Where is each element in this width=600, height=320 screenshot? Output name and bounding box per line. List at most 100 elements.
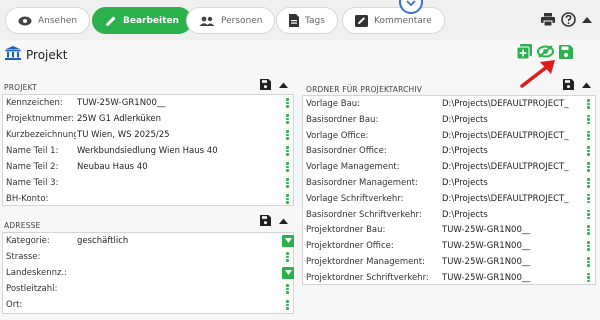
more-options-icon[interactable] bbox=[286, 251, 289, 263]
field-label: Vorlage Office: bbox=[306, 130, 369, 141]
field-value[interactable]: D:\Projects\DEFAULTPROJECT_ bbox=[442, 194, 580, 204]
help-icon[interactable] bbox=[561, 12, 576, 30]
more-options-icon[interactable] bbox=[587, 272, 590, 284]
field-value[interactable]: TUW-25W-GR1N00__ bbox=[77, 98, 277, 108]
more-options-icon[interactable] bbox=[587, 193, 590, 205]
field-value[interactable]: geschäftlich bbox=[77, 236, 277, 246]
field-label: Kategorie: bbox=[6, 236, 50, 246]
field-label: Name Teil 3: bbox=[6, 178, 59, 188]
field-value[interactable]: Neubau Haus 40 bbox=[77, 162, 277, 172]
field-value[interactable]: TUW-25W-GR1N00__ bbox=[442, 257, 580, 267]
caret-up-icon[interactable] bbox=[582, 16, 592, 26]
toolbar: Ansehen Bearbeiten Personen Tags Komment… bbox=[0, 0, 600, 40]
ordner-panel: Vorlage Bau: D:\Projects\DEFAULTPROJECT_ B… bbox=[302, 95, 596, 285]
institution-icon bbox=[5, 46, 21, 63]
dropdown-toggle[interactable] bbox=[282, 267, 294, 279]
more-options-icon[interactable] bbox=[587, 224, 590, 236]
field-label: Kennzeichen: bbox=[6, 98, 63, 108]
document-icon bbox=[289, 14, 299, 27]
ordner-row: Projektordner Bau: TUW-25W-GR1N00__ bbox=[303, 222, 595, 238]
field-value[interactable]: 25W G1 Adlerküken bbox=[77, 114, 277, 124]
more-options-icon[interactable] bbox=[286, 193, 289, 205]
field-label: Name Teil 2: bbox=[6, 162, 59, 172]
tab-tags[interactable]: Tags bbox=[276, 7, 338, 34]
more-options-icon[interactable] bbox=[286, 161, 289, 173]
collapse-icon[interactable] bbox=[279, 81, 288, 91]
tab-ansehen-label: Ansehen bbox=[38, 15, 78, 26]
ordner-row: Projektordner Management: TUW-25W-GR1N00_… bbox=[303, 254, 595, 270]
toolbar-right-actions bbox=[541, 12, 592, 30]
adresse-panel: Kategorie: geschäftlich Strasse: Landeskenn… bbox=[2, 232, 294, 314]
tab-personen[interactable]: Personen bbox=[186, 7, 276, 34]
field-value[interactable]: D:\Projects\DEFAULTPROJECT_ bbox=[442, 131, 580, 141]
field-label: Ort: bbox=[6, 300, 23, 310]
more-options-icon[interactable] bbox=[587, 145, 590, 157]
save-icon[interactable] bbox=[559, 44, 573, 62]
field-value[interactable]: D:\Projects bbox=[442, 210, 580, 220]
projekt-header: PROJEKT bbox=[4, 79, 294, 95]
page-title: Projekt bbox=[26, 47, 68, 62]
more-options-icon[interactable] bbox=[587, 240, 590, 252]
collapse-icon[interactable] bbox=[279, 217, 288, 227]
ordner-row: Vorlage Office: D:\Projects\DEFAULTPROJEC… bbox=[303, 128, 595, 144]
ordner-row: Projektordner Schriftverkehr: TUW-25W-GR1… bbox=[303, 270, 595, 286]
tab-kommentare[interactable]: Kommentare bbox=[342, 7, 445, 34]
more-options-icon[interactable] bbox=[587, 209, 590, 221]
field-value[interactable]: TUW-25W-GR1N00__ bbox=[442, 273, 580, 283]
adresse-row: Ort: bbox=[3, 297, 293, 313]
more-options-icon[interactable] bbox=[286, 129, 289, 141]
adresse-row: Postleitzahl: bbox=[3, 281, 293, 297]
projekt-header-actions bbox=[260, 79, 288, 93]
more-options-icon[interactable] bbox=[286, 145, 289, 157]
more-options-icon[interactable] bbox=[286, 97, 289, 109]
more-options-icon[interactable] bbox=[286, 113, 289, 125]
more-options-icon[interactable] bbox=[587, 114, 590, 126]
adresse-header-label: ADRESSE bbox=[4, 220, 41, 230]
field-value[interactable]: TUW-25W-GR1N00__ bbox=[442, 241, 580, 251]
field-value[interactable]: TU Wien, WS 2025/25 bbox=[77, 130, 277, 140]
pencil-icon bbox=[105, 15, 117, 27]
adresse-row: Strasse: bbox=[3, 249, 293, 265]
save-icon[interactable] bbox=[260, 79, 271, 93]
dropdown-toggle[interactable] bbox=[282, 235, 294, 247]
more-options-icon[interactable] bbox=[587, 98, 590, 110]
caret-down-icon bbox=[284, 236, 292, 246]
field-value[interactable]: D:\Projects\DEFAULTPROJECT_ bbox=[442, 162, 580, 172]
projekt-row: Name Teil 2: Neubau Haus 40 bbox=[3, 159, 293, 175]
tab-bearbeiten[interactable]: Bearbeiten bbox=[92, 7, 192, 34]
ordner-row: Basisordner Bau: D:\Projects bbox=[303, 112, 595, 128]
print-icon[interactable] bbox=[541, 13, 555, 29]
save-icon[interactable] bbox=[260, 215, 271, 229]
adresse-header: ADRESSE bbox=[4, 217, 294, 233]
field-value[interactable]: TUW-25W-GR1N00__ bbox=[442, 225, 580, 235]
field-value[interactable]: D:\Projects bbox=[442, 146, 580, 156]
more-options-icon[interactable] bbox=[587, 161, 590, 173]
more-options-icon[interactable] bbox=[587, 177, 590, 189]
tab-kommentare-label: Kommentare bbox=[374, 15, 432, 26]
field-value[interactable]: D:\Projects bbox=[442, 115, 580, 125]
tab-ansehen[interactable]: Ansehen bbox=[5, 7, 91, 34]
more-options-icon[interactable] bbox=[286, 177, 289, 189]
ordner-row: Projektordner Office: TUW-25W-GR1N00__ bbox=[303, 238, 595, 254]
more-options-icon[interactable] bbox=[286, 283, 289, 295]
more-options-icon[interactable] bbox=[587, 256, 590, 268]
comment-icon bbox=[355, 14, 368, 27]
field-label: Projektordner Management: bbox=[306, 257, 425, 267]
more-options-icon[interactable] bbox=[587, 130, 590, 142]
field-label: Vorlage Bau: bbox=[306, 99, 361, 109]
page-title-row: Projekt bbox=[5, 46, 67, 63]
field-label: Basisordner Bau: bbox=[306, 114, 379, 125]
projekt-header-label: PROJEKT bbox=[4, 82, 37, 92]
save-icon[interactable] bbox=[563, 79, 574, 93]
ordner-row: Vorlage Bau: D:\Projects\DEFAULTPROJECT_ bbox=[303, 96, 595, 112]
field-value[interactable]: D:\Projects bbox=[442, 178, 580, 188]
more-options-icon[interactable] bbox=[286, 299, 289, 311]
projekt-row: BH-Konto: bbox=[3, 191, 293, 207]
projekt-row: Kennzeichen: TUW-25W-GR1N00__ bbox=[3, 95, 293, 111]
projekt-row: Name Teil 1: Werkbundsiedlung Wien Haus 4… bbox=[3, 143, 293, 159]
collapse-icon[interactable] bbox=[582, 81, 591, 91]
chevron-down-icon bbox=[406, 0, 416, 9]
field-value[interactable]: D:\Projects\DEFAULTPROJECT_ bbox=[442, 99, 580, 109]
field-value[interactable]: Werkbundsiedlung Wien Haus 40 bbox=[77, 146, 277, 156]
field-label: Vorlage Management: bbox=[306, 162, 400, 173]
